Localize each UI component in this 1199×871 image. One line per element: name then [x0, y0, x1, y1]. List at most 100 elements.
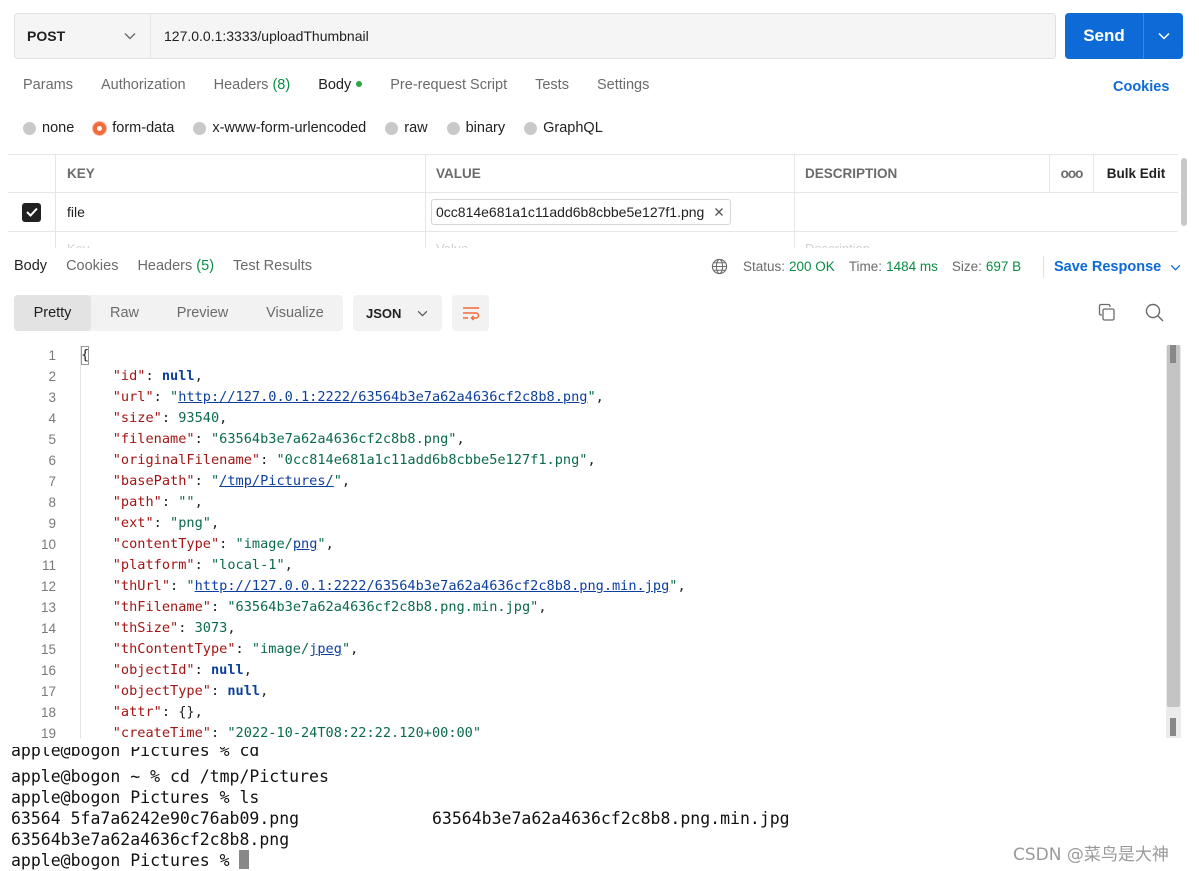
- code-text: "url": "http://127.0.0.1:2222/63564b3e7a…: [112, 389, 604, 405]
- code-line: 19 "createTime": "2022-10-24T08:22:22.12…: [0, 723, 481, 738]
- tab-body[interactable]: Body: [318, 77, 363, 99]
- code-text: "originalFilename": "0cc814e681a1c11add6…: [112, 452, 596, 468]
- table-scrollbar[interactable]: [1181, 158, 1187, 226]
- column-header-value: VALUE: [426, 155, 795, 192]
- row-value-cell[interactable]: 0cc814e681a1c11add6b8cbbe5e127f1.png: [426, 193, 795, 231]
- tab-authorization[interactable]: Authorization: [101, 77, 186, 99]
- send-options-button[interactable]: [1143, 13, 1183, 59]
- form-data-table: KEY VALUE DESCRIPTION ooo Bulk Edit file…: [8, 154, 1178, 248]
- code-line: 12 "thUrl": "http://127.0.0.1:2222/63564…: [0, 576, 686, 597]
- close-icon[interactable]: [714, 207, 724, 217]
- url-input[interactable]: 127.0.0.1:3333/uploadThumbnail: [151, 14, 1055, 58]
- body-active-dot-icon: [356, 81, 363, 87]
- format-label: JSON: [366, 305, 402, 321]
- code-text: "filename": "63564b3e7a62a4636cf2c8b8.pn…: [112, 431, 465, 447]
- line-number: 1: [48, 348, 56, 363]
- code-line: 10 "contentType": "image/png",: [0, 534, 334, 555]
- response-body-viewer[interactable]: 1 {2 "id": null, 3 "url": "http://127.0.0.…: [0, 345, 1165, 738]
- radio-unselected-icon: [524, 121, 538, 135]
- request-tabs: Params Authorization Headers (8) Body Pr…: [23, 77, 677, 99]
- code-line: 5 "filename": "63564b3e7a62a4636cf2c8b8.…: [0, 429, 464, 450]
- terminal-line: 63564b3e7a62a4636cf2c8b8.png: [11, 830, 290, 849]
- response-tabs: Body Cookies Headers (5) Test Results: [14, 258, 331, 274]
- code-text: "createTime": "2022-10-24T08:22:22.120+0…: [112, 725, 482, 738]
- tab-preview[interactable]: Preview: [158, 295, 247, 331]
- radio-none[interactable]: none: [23, 120, 74, 136]
- scrollbar-marker: [1170, 345, 1176, 363]
- code-text: "contentType": "image/png",: [112, 536, 334, 552]
- tab-response-cookies[interactable]: Cookies: [66, 258, 118, 274]
- code-line: 7 "basePath": "/tmp/Pictures/",: [0, 471, 350, 492]
- search-icon[interactable]: [1145, 303, 1164, 327]
- key-placeholder[interactable]: Key: [56, 232, 426, 248]
- terminal-prompt-line: apple@bogon Pictures %: [11, 850, 250, 871]
- tab-headers[interactable]: Headers (8): [214, 77, 291, 99]
- tab-pretty[interactable]: Pretty: [14, 295, 91, 331]
- terminal-prompt: apple@bogon Pictures %: [11, 851, 240, 870]
- line-number: 2: [48, 369, 56, 384]
- bulk-edit-button[interactable]: Bulk Edit: [1094, 155, 1178, 192]
- line-number: 12: [40, 579, 56, 594]
- tab-params[interactable]: Params: [23, 77, 73, 99]
- format-select[interactable]: JSON: [353, 295, 442, 331]
- view-mode-tabs: Pretty Raw Preview Visualize: [14, 295, 343, 331]
- radio-label: none: [42, 120, 75, 136]
- radio-label: raw: [404, 120, 428, 136]
- tab-settings[interactable]: Settings: [597, 77, 649, 99]
- table-row: file 0cc814e681a1c11add6b8cbbe5e127f1.pn…: [8, 193, 1178, 232]
- gutter-divider: [80, 345, 81, 738]
- radio-x-www-form-urlencoded[interactable]: x-www-form-urlencoded: [193, 120, 366, 136]
- response-meta: Status: 200 OK Time: 1484 ms Size: 697 B: [711, 258, 1035, 275]
- code-line: 2 "id": null,: [0, 366, 202, 387]
- status-label: Status:: [743, 259, 786, 274]
- scrollbar-marker: [1170, 718, 1176, 736]
- line-number: 19: [40, 726, 56, 738]
- send-button[interactable]: Send: [1065, 13, 1143, 59]
- terminal-line: apple@bogon Pictures % ls: [11, 788, 260, 807]
- method-label: POST: [27, 28, 66, 44]
- tab-tests[interactable]: Tests: [535, 77, 569, 99]
- terminal-line: apple@bogon ~ % cd /tmp/Pictures: [11, 767, 329, 786]
- line-number: 7: [48, 474, 56, 489]
- tab-visualize[interactable]: Visualize: [247, 295, 343, 331]
- size-value: 697 B: [985, 259, 1022, 274]
- method-select[interactable]: POST: [15, 14, 151, 58]
- radio-form-data[interactable]: form-data: [93, 120, 174, 136]
- save-response-button[interactable]: Save Response: [1043, 256, 1181, 278]
- save-response-label: Save Response: [1054, 259, 1162, 275]
- check-icon: [25, 207, 38, 217]
- radio-binary[interactable]: binary: [446, 120, 505, 136]
- line-number: 13: [40, 600, 56, 615]
- code-line: 13 "thFilename": "63564b3e7a62a4636cf2c8…: [0, 597, 547, 618]
- more-options-button[interactable]: ooo: [1050, 155, 1094, 192]
- wrap-lines-button[interactable]: [452, 295, 489, 331]
- code-text: {: [80, 345, 90, 366]
- tab-body-label: Body: [318, 77, 352, 93]
- row-key-cell[interactable]: file: [56, 193, 426, 231]
- line-number: 15: [40, 642, 56, 657]
- tab-response-body[interactable]: Body: [14, 258, 47, 274]
- description-placeholder[interactable]: Description: [795, 232, 1178, 248]
- tab-prerequest-script[interactable]: Pre-request Script: [390, 77, 507, 99]
- tab-headers-count: (8): [272, 77, 291, 93]
- line-number: 5: [48, 432, 56, 447]
- cookies-link[interactable]: Cookies: [1113, 79, 1169, 95]
- tab-raw[interactable]: Raw: [91, 295, 158, 331]
- table-row-placeholder: Key Value Description: [8, 232, 1178, 248]
- code-text: "attr": {},: [112, 704, 203, 720]
- tab-test-results[interactable]: Test Results: [233, 258, 312, 274]
- code-scrollbar-thumb[interactable]: [1167, 345, 1180, 707]
- globe-icon[interactable]: [711, 258, 728, 275]
- code-line: 9 "ext": "png",: [0, 513, 219, 534]
- line-number: 17: [40, 684, 56, 699]
- value-placeholder[interactable]: Value: [426, 232, 795, 248]
- code-line: 3 "url": "http://127.0.0.1:2222/63564b3e…: [0, 387, 603, 408]
- radio-graphql[interactable]: GraphQL: [524, 120, 603, 136]
- row-description-cell[interactable]: [795, 193, 1178, 231]
- request-bar: POST 127.0.0.1:3333/uploadThumbnail: [14, 13, 1056, 59]
- radio-raw[interactable]: raw: [385, 120, 428, 136]
- status-value: 200 OK: [789, 259, 835, 274]
- tab-response-headers[interactable]: Headers (5): [137, 258, 214, 274]
- copy-icon[interactable]: [1098, 303, 1116, 327]
- row-enabled-checkbox[interactable]: [22, 202, 41, 222]
